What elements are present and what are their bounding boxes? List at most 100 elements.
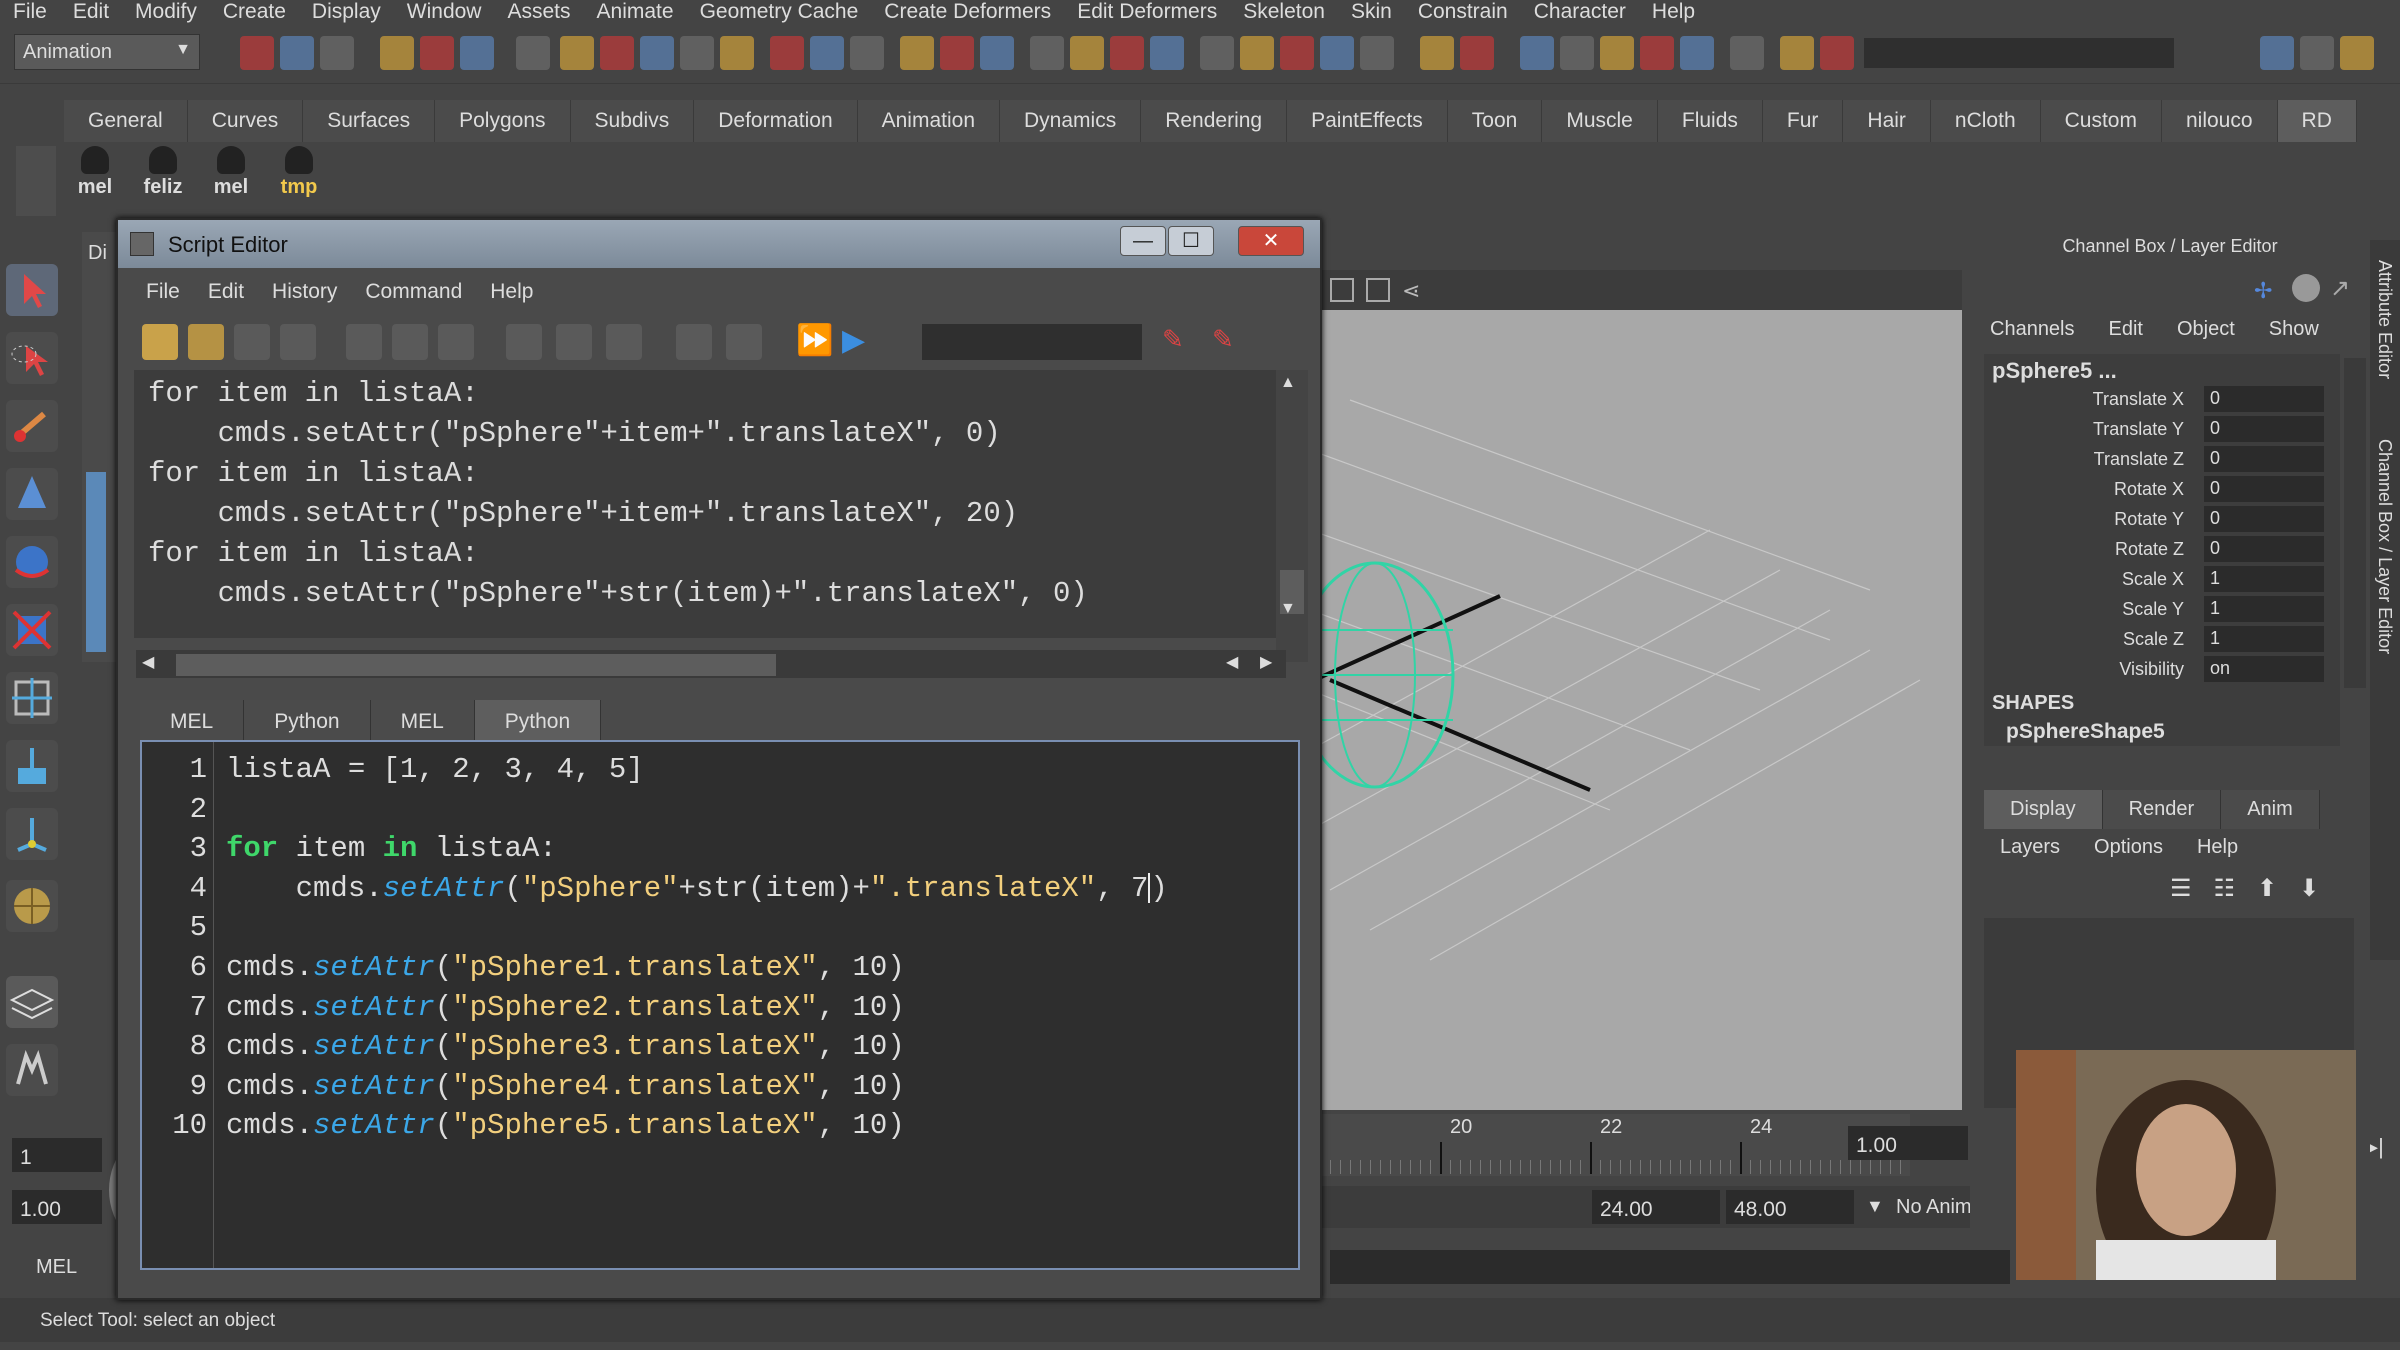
history-output[interactable]: for item in listaA: cmds.setAttr("pSpher… bbox=[134, 370, 1282, 638]
toolbar-tool-icon[interactable] bbox=[640, 36, 674, 70]
toolbar-tool-icon[interactable] bbox=[1280, 36, 1314, 70]
channel-value[interactable]: on bbox=[2204, 656, 2324, 682]
script-editor-titlebar[interactable]: Script Editor — ☐ ✕ bbox=[118, 220, 1320, 268]
channel-row[interactable]: Translate Y 0 bbox=[1984, 414, 2324, 444]
channel-value[interactable]: 1 bbox=[2204, 566, 2324, 592]
se-menu-edit[interactable]: Edit bbox=[208, 280, 244, 304]
menu-animate[interactable]: Animate bbox=[584, 0, 687, 24]
toolbar-tool-icon[interactable] bbox=[1030, 36, 1064, 70]
shelf-tab-deformation[interactable]: Deformation bbox=[694, 100, 858, 142]
time-slider[interactable]: 20 22 24 bbox=[1310, 1114, 1910, 1176]
toolbar-tool-icon[interactable] bbox=[420, 36, 454, 70]
layer-menu-help[interactable]: Help bbox=[2197, 836, 2238, 859]
shelf-tab-custom[interactable]: Custom bbox=[2040, 100, 2162, 142]
se-menu-history[interactable]: History bbox=[272, 280, 337, 304]
channel-row[interactable]: Scale X 1 bbox=[1984, 564, 2324, 594]
manipulator-tool-icon[interactable] bbox=[6, 672, 58, 724]
shelf-tab-subdivs[interactable]: Subdivs bbox=[570, 100, 695, 142]
layer-menu-options[interactable]: Options bbox=[2094, 836, 2163, 859]
toolbar-tool-icon[interactable] bbox=[1560, 36, 1594, 70]
channel-box-tab[interactable]: Channel Box / Layer Editor bbox=[2370, 399, 2399, 694]
channel-row[interactable]: Visibility on bbox=[1984, 654, 2324, 684]
scroll-left-icon-2[interactable]: ◀ bbox=[1226, 652, 1238, 672]
scroll-down-icon[interactable]: ▼ bbox=[1280, 600, 1296, 618]
channel-row[interactable]: Rotate Z 0 bbox=[1984, 534, 2324, 564]
toolbar-tool-icon[interactable] bbox=[770, 36, 804, 70]
shape-name[interactable]: pSphereShape5 bbox=[2006, 720, 2165, 744]
toolbar-tool-icon[interactable] bbox=[1730, 36, 1764, 70]
toolbar-tool-icon[interactable] bbox=[1780, 36, 1814, 70]
source-script-icon[interactable] bbox=[188, 324, 224, 360]
channel-value[interactable]: 1 bbox=[2204, 626, 2324, 652]
render-sphere-icon[interactable] bbox=[6, 880, 58, 932]
menu-geometry-cache[interactable]: Geometry Cache bbox=[687, 0, 872, 24]
code-text[interactable]: listaA = [1, 2, 3, 4, 5] ​ for item in l… bbox=[226, 750, 1168, 1146]
menu-character[interactable]: Character bbox=[1521, 0, 1639, 24]
shelf-tab-polygons[interactable]: Polygons bbox=[435, 100, 571, 142]
camera-icon[interactable] bbox=[1330, 278, 1354, 302]
show-both-icon[interactable] bbox=[606, 324, 642, 360]
show-input-icon[interactable] bbox=[556, 324, 592, 360]
toolbar-tool-icon[interactable] bbox=[1320, 36, 1354, 70]
toolbar-tool-icon[interactable] bbox=[460, 36, 494, 70]
minimize-button[interactable]: — bbox=[1120, 226, 1166, 256]
channel-value[interactable]: 0 bbox=[2204, 386, 2324, 412]
toolbar-tool-icon[interactable] bbox=[240, 36, 274, 70]
menu-help[interactable]: Help bbox=[1639, 0, 1708, 24]
toolbar-tool-icon[interactable] bbox=[900, 36, 934, 70]
toolbar-tool-icon[interactable] bbox=[1820, 36, 1854, 70]
shelf-tab-curves[interactable]: Curves bbox=[187, 100, 304, 142]
pin-icon[interactable]: ↗ bbox=[2330, 274, 2350, 303]
toolbar-tool-icon[interactable] bbox=[1520, 36, 1554, 70]
mode-dropdown[interactable]: Animation ▼ bbox=[14, 34, 200, 70]
toolbar-tool-icon[interactable] bbox=[1070, 36, 1104, 70]
new-layer-selected-icon[interactable]: ☷ bbox=[2214, 874, 2236, 903]
toolbar-tool-icon[interactable] bbox=[2260, 36, 2294, 70]
code-editor[interactable]: 1 2 3 4 5 6 7 8 9 10 listaA = [1, 2, 3, 4, 5] ​ f… bbox=[140, 740, 1300, 1270]
object-name[interactable]: pSphere5 ... bbox=[1992, 358, 2117, 384]
search-down-icon[interactable]: ✎ bbox=[1162, 324, 1198, 360]
channel-row[interactable]: Scale Z 1 bbox=[1984, 624, 2324, 654]
toolbar-tool-icon[interactable] bbox=[810, 36, 844, 70]
toolbar-tool-icon[interactable] bbox=[1680, 36, 1714, 70]
current-time-field[interactable]: 1.00 bbox=[1848, 1126, 1968, 1160]
toolbar-tool-icon[interactable] bbox=[2300, 36, 2334, 70]
sphere-icon[interactable] bbox=[2292, 274, 2320, 302]
shelf-tab-toon[interactable]: Toon bbox=[1447, 100, 1543, 142]
shelf-tab-muscle[interactable]: Muscle bbox=[1542, 100, 1658, 142]
move-down-icon[interactable]: ⬇ bbox=[2299, 874, 2319, 903]
move-up-icon[interactable]: ⬆ bbox=[2257, 874, 2277, 903]
se-menu-file[interactable]: File bbox=[146, 280, 180, 304]
se-menu-help[interactable]: Help bbox=[490, 280, 533, 304]
channel-row[interactable]: Translate X 0 bbox=[1984, 384, 2324, 414]
channel-row[interactable]: Rotate Y 0 bbox=[1984, 504, 2324, 534]
close-button[interactable]: ✕ bbox=[1238, 226, 1304, 256]
clear-all-icon[interactable] bbox=[438, 324, 474, 360]
layer-tab-render[interactable]: Render bbox=[2102, 790, 2222, 829]
show-history-icon[interactable] bbox=[506, 324, 542, 360]
channel-value[interactable]: 0 bbox=[2204, 506, 2324, 532]
shelf-tab-animation[interactable]: Animation bbox=[857, 100, 1001, 142]
maximize-button[interactable]: ☐ bbox=[1168, 226, 1214, 256]
tab-python[interactable]: Python bbox=[474, 700, 602, 744]
menu-file[interactable]: File bbox=[0, 0, 60, 24]
channel-row[interactable]: Translate Z 0 bbox=[1984, 444, 2324, 474]
move-tool-icon[interactable] bbox=[6, 468, 58, 520]
channel-menu-edit[interactable]: Edit bbox=[2109, 318, 2143, 341]
attribute-editor-tab[interactable]: Attribute Editor bbox=[2370, 240, 2399, 399]
anim-layer-dropdown-icon[interactable]: ▼ bbox=[1866, 1196, 1884, 1217]
toolbar-tool-icon[interactable] bbox=[320, 36, 354, 70]
toolbar-tool-icon[interactable] bbox=[516, 36, 550, 70]
share-icon[interactable]: ⋖ bbox=[1402, 278, 1420, 304]
toolbar-tool-icon[interactable] bbox=[1460, 36, 1494, 70]
menu-skeleton[interactable]: Skeleton bbox=[1230, 0, 1338, 24]
soft-mod-tool-icon[interactable] bbox=[6, 740, 58, 792]
line-numbers-icon[interactable] bbox=[726, 324, 762, 360]
se-menu-command[interactable]: Command bbox=[365, 280, 462, 304]
shelf-button[interactable]: feliz bbox=[138, 146, 188, 206]
select-tool-icon[interactable] bbox=[6, 264, 58, 316]
toolbar-tool-icon[interactable] bbox=[1420, 36, 1454, 70]
shelf-tab-ncloth[interactable]: nCloth bbox=[1930, 100, 2041, 142]
menu-modify[interactable]: Modify bbox=[122, 0, 210, 24]
toolbar-tool-icon[interactable] bbox=[2340, 36, 2374, 70]
